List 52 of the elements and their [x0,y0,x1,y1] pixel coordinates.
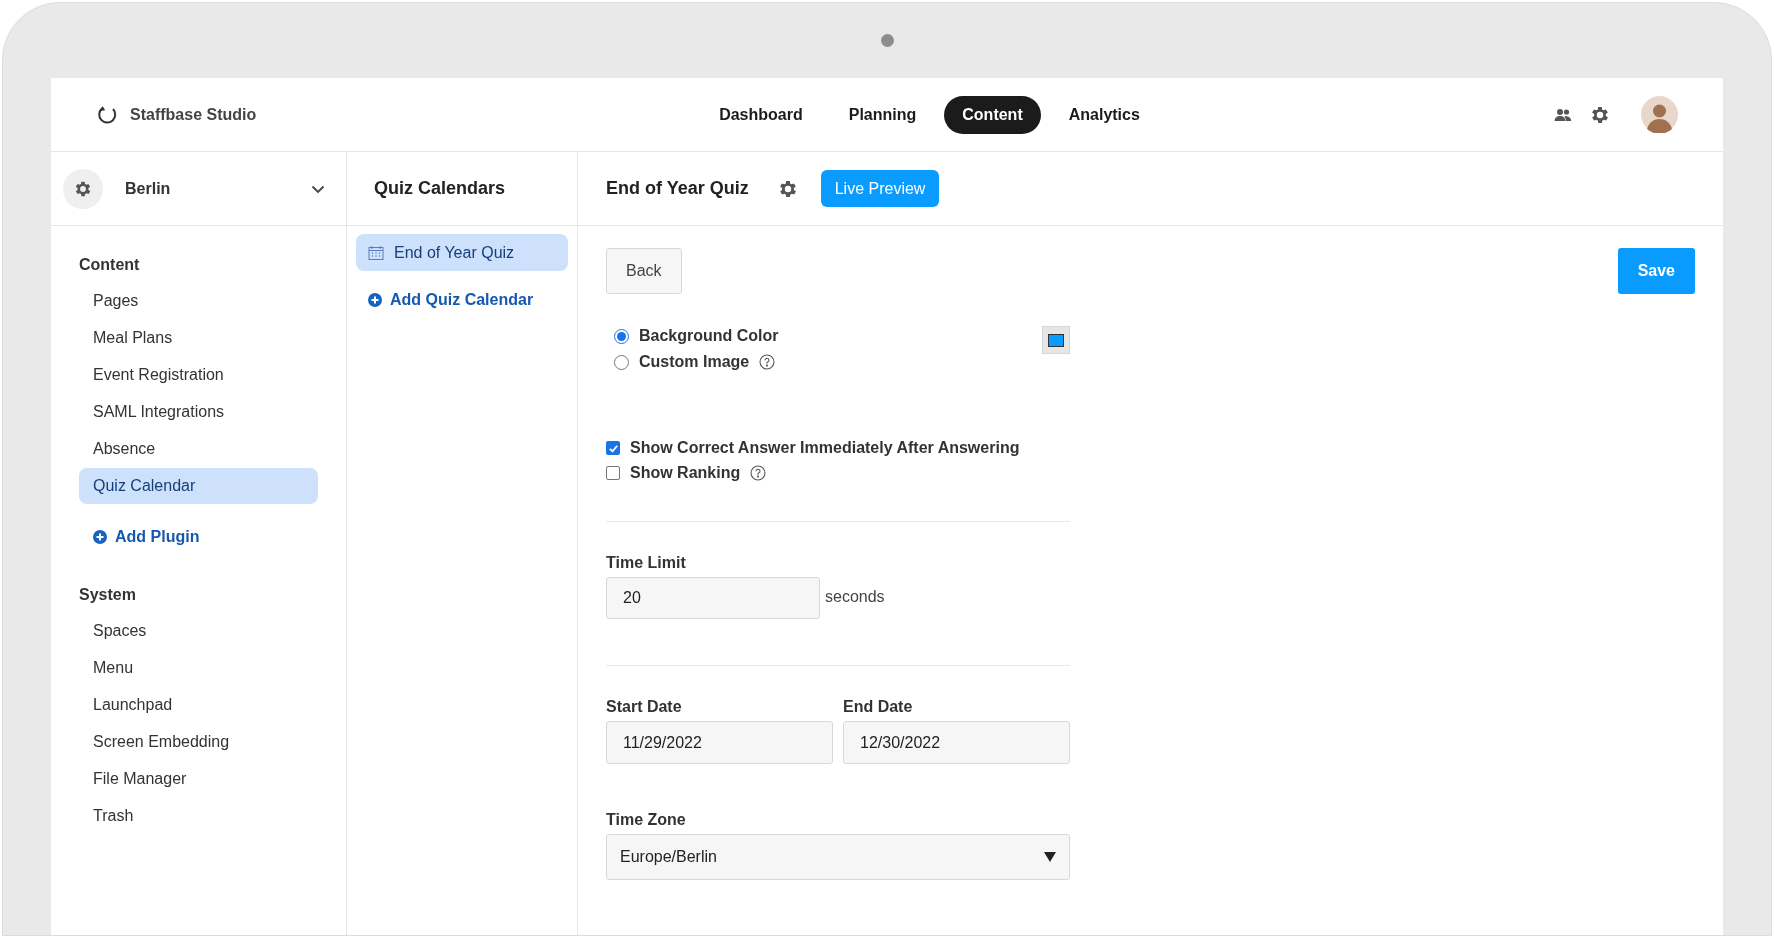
sidebar-item[interactable]: Absence [79,430,318,467]
checkbox-label: Show Correct Answer Immediately After Answering [630,438,1020,458]
sidebar-item[interactable]: Event Registration [79,356,318,393]
nav-tab[interactable]: Content [944,95,1041,134]
add-calendar-link[interactable]: Add Quiz Calendar [368,285,568,315]
app-name: Staffbase Studio [130,104,257,125]
editor-title: End of Year Quiz [606,177,749,200]
calendar-item[interactable]: End of Year Quiz [356,234,568,271]
radio-button[interactable] [614,354,629,370]
add-icon [93,530,107,544]
add-icon [368,293,382,307]
nav-tab[interactable]: Analytics [1050,95,1158,134]
sidebar-item[interactable]: Launchpad [79,686,318,723]
help-icon[interactable] [759,354,776,370]
radio-label: Background Color [639,326,779,346]
sidebar-item[interactable]: File Manager [79,760,318,797]
space-selector[interactable]: Berlin [63,168,334,209]
checkbox[interactable] [606,466,620,480]
sidebar-item[interactable]: Quiz Calendar [79,467,318,504]
column-title: Quiz Calendars [374,177,506,200]
sidebar-item[interactable]: Meal Plans [79,319,318,356]
nav-tab[interactable]: Planning [830,95,935,134]
section-heading: System [79,585,137,605]
avatar[interactable] [1641,96,1678,133]
field-label: Time Limit [606,553,687,573]
space-name: Berlin [125,178,172,199]
nav-tab[interactable]: Dashboard [701,95,821,134]
sidebar-item[interactable]: Menu [79,649,318,686]
camera-icon [880,34,894,47]
unit-label: seconds [825,587,885,607]
section-heading: Content [79,255,141,275]
time-zone-select[interactable]: Europe/Berlin [606,834,1070,880]
date-field[interactable]: 11/29/2022 [606,721,833,764]
field-label: Start Date [606,697,683,717]
radio-label: Custom Image [639,352,750,372]
date-field[interactable]: 12/30/2022 [843,721,1070,764]
dropdown-arrow-icon [1044,852,1056,862]
add-plugin-link[interactable]: Add Plugin [93,522,318,552]
sidebar-item[interactable]: SAML Integrations [79,393,318,430]
checkbox-label: Show Ranking [630,463,741,483]
sidebar-item[interactable]: Pages [79,282,318,319]
sidebar-item[interactable]: Trash [79,797,318,834]
field-label: Time Zone [606,810,687,830]
calendar-icon [368,244,384,261]
help-icon[interactable] [750,465,767,481]
time-limit-field[interactable]: 20 [606,577,820,619]
color-swatch[interactable] [1042,326,1070,354]
back-button[interactable]: Back [606,248,682,294]
checkbox[interactable] [606,441,620,455]
sidebar-item[interactable]: Spaces [79,612,318,649]
field-label: End Date [843,697,914,717]
sidebar-item[interactable]: Screen Embedding [79,723,318,760]
